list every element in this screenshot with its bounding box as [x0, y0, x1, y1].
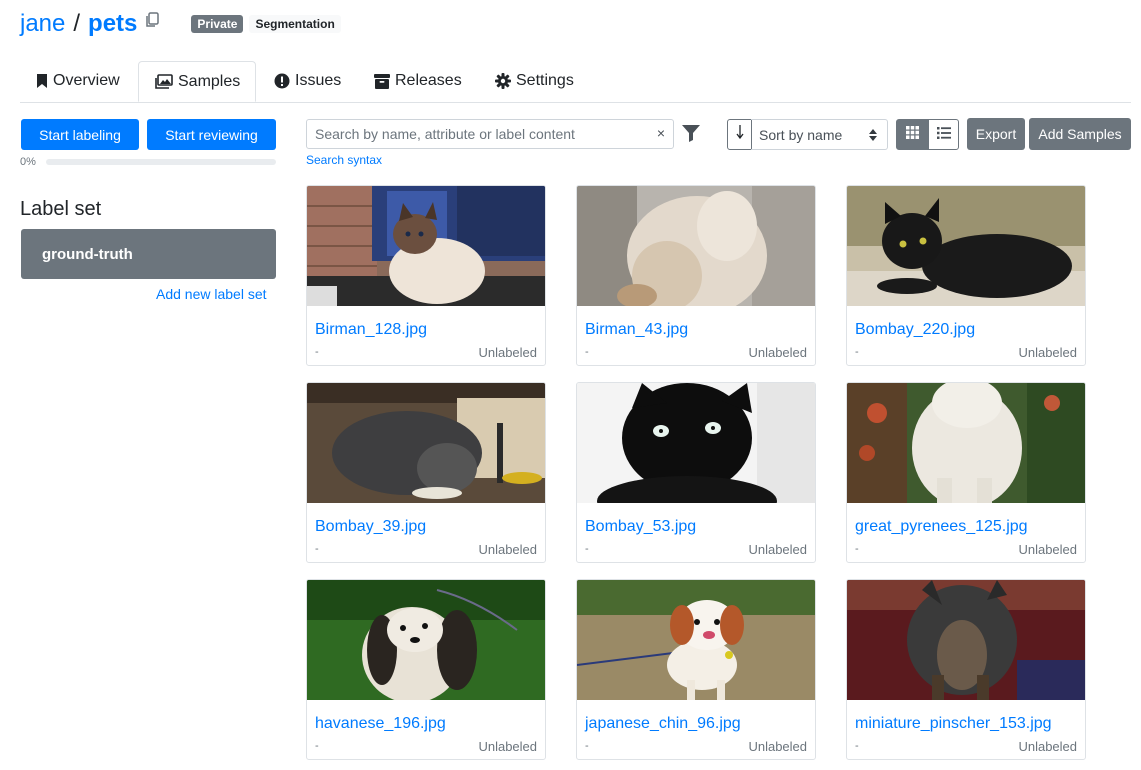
tab-issues[interactable]: Issues — [258, 61, 358, 101]
export-button[interactable]: Export — [967, 118, 1025, 150]
sample-meta: - — [315, 740, 319, 752]
sample-name[interactable]: Bombay_53.jpg — [585, 518, 696, 536]
tab-label: Samples — [178, 72, 241, 90]
exclamation-circle-icon — [274, 73, 290, 89]
sample-card[interactable]: japanese_chin_96.jpg - Unlabeled — [576, 579, 816, 760]
arrow-down-icon — [735, 125, 744, 144]
sample-card[interactable]: Bombay_53.jpg - Unlabeled — [576, 382, 816, 563]
sample-card[interactable]: Birman_128.jpg - Unlabeled — [306, 185, 546, 366]
sample-meta: - — [855, 543, 859, 555]
owner-link[interactable]: jane — [20, 10, 65, 38]
sample-name[interactable]: Birman_43.jpg — [585, 321, 688, 339]
tab-label: Issues — [295, 72, 342, 89]
add-samples-button[interactable]: Add Samples — [1029, 118, 1131, 150]
sample-meta: - — [315, 543, 319, 555]
sample-name[interactable]: Bombay_39.jpg — [315, 518, 426, 536]
sample-thumbnail[interactable] — [847, 580, 1085, 700]
search-box: × — [306, 119, 674, 149]
sort-direction-button[interactable] — [727, 119, 752, 150]
tab-label: Releases — [395, 72, 462, 89]
list-view-button[interactable] — [928, 119, 959, 150]
sample-status: Unlabeled — [748, 739, 807, 754]
sample-thumbnail[interactable] — [307, 383, 545, 503]
sample-thumbnail[interactable] — [577, 383, 815, 503]
labelset-heading: Label set — [20, 198, 102, 220]
sample-thumbnail[interactable] — [847, 383, 1085, 503]
sample-card[interactable]: miniature_pinscher_153.jpg - Unlabeled — [846, 579, 1086, 760]
sample-meta: - — [315, 346, 319, 358]
private-badge: Private — [191, 15, 244, 33]
sort-select-value: Sort by name — [759, 126, 843, 143]
add-labelset-link[interactable]: Add new label set — [156, 286, 267, 302]
list-icon — [936, 126, 951, 144]
sample-thumbnail[interactable] — [577, 580, 815, 700]
gear-icon — [495, 73, 511, 89]
task-type-badge: Segmentation — [249, 15, 341, 33]
sample-card[interactable]: great_pyrenees_125.jpg - Unlabeled — [846, 382, 1086, 563]
sample-name[interactable]: miniature_pinscher_153.jpg — [855, 715, 1052, 733]
sample-name[interactable]: great_pyrenees_125.jpg — [855, 518, 1028, 536]
sample-meta: - — [855, 740, 859, 752]
select-caret-icon — [869, 128, 877, 144]
copy-icon[interactable] — [145, 12, 160, 28]
repo-link[interactable]: pets — [88, 10, 137, 38]
path-separator: / — [73, 10, 81, 37]
progress-percent: 0% — [20, 156, 36, 168]
sample-card[interactable]: Bombay_39.jpg - Unlabeled — [306, 382, 546, 563]
sample-status: Unlabeled — [478, 345, 537, 360]
tab-label: Settings — [516, 72, 574, 89]
tab-releases[interactable]: Releases — [358, 61, 478, 101]
start-labeling-button[interactable]: Start labeling — [21, 119, 139, 150]
sample-meta: - — [855, 346, 859, 358]
sample-status: Unlabeled — [1018, 542, 1077, 557]
sample-name[interactable]: Birman_128.jpg — [315, 321, 427, 339]
sample-status: Unlabeled — [1018, 345, 1077, 360]
search-input[interactable] — [307, 120, 653, 148]
search-syntax-link[interactable]: Search syntax — [306, 153, 382, 167]
sample-status: Unlabeled — [1018, 739, 1077, 754]
repo-tabs: Overview Samples Issues Releases Setting… — [20, 61, 1131, 103]
tab-label: Overview — [53, 72, 120, 89]
bookmark-icon — [36, 73, 48, 89]
repo-header: jane / pets Private Segmentation — [20, 8, 341, 40]
tab-settings[interactable]: Settings — [479, 61, 599, 101]
tab-overview[interactable]: Overview — [20, 61, 138, 101]
start-reviewing-button[interactable]: Start reviewing — [147, 119, 276, 150]
sample-thumbnail[interactable] — [577, 186, 815, 306]
sample-status: Unlabeled — [748, 345, 807, 360]
sample-thumbnail[interactable] — [847, 186, 1085, 306]
sample-thumbnail[interactable] — [307, 186, 545, 306]
sort-select[interactable]: Sort by name — [751, 119, 888, 150]
labeling-progress-bar — [46, 159, 276, 165]
sample-name[interactable]: Bombay_220.jpg — [855, 321, 975, 339]
sample-name[interactable]: japanese_chin_96.jpg — [585, 715, 741, 733]
sample-card[interactable]: Bombay_220.jpg - Unlabeled — [846, 185, 1086, 366]
images-icon — [155, 74, 173, 89]
grid-view-button[interactable] — [896, 119, 929, 150]
sample-status: Unlabeled — [748, 542, 807, 557]
filter-icon[interactable] — [682, 125, 700, 147]
sample-status: Unlabeled — [478, 542, 537, 557]
grid-icon — [906, 125, 919, 144]
clear-search-icon[interactable]: × — [657, 125, 665, 141]
sample-card[interactable]: Birman_43.jpg - Unlabeled — [576, 185, 816, 366]
tab-samples[interactable]: Samples — [138, 61, 256, 102]
box-icon — [374, 73, 390, 89]
sample-thumbnail[interactable] — [307, 580, 545, 700]
sample-card[interactable]: havanese_196.jpg - Unlabeled — [306, 579, 546, 760]
labelset-item[interactable]: ground-truth — [21, 229, 276, 279]
sample-meta: - — [585, 543, 589, 555]
sample-name[interactable]: havanese_196.jpg — [315, 715, 446, 733]
sample-status: Unlabeled — [478, 739, 537, 754]
sample-meta: - — [585, 740, 589, 752]
sample-meta: - — [585, 346, 589, 358]
